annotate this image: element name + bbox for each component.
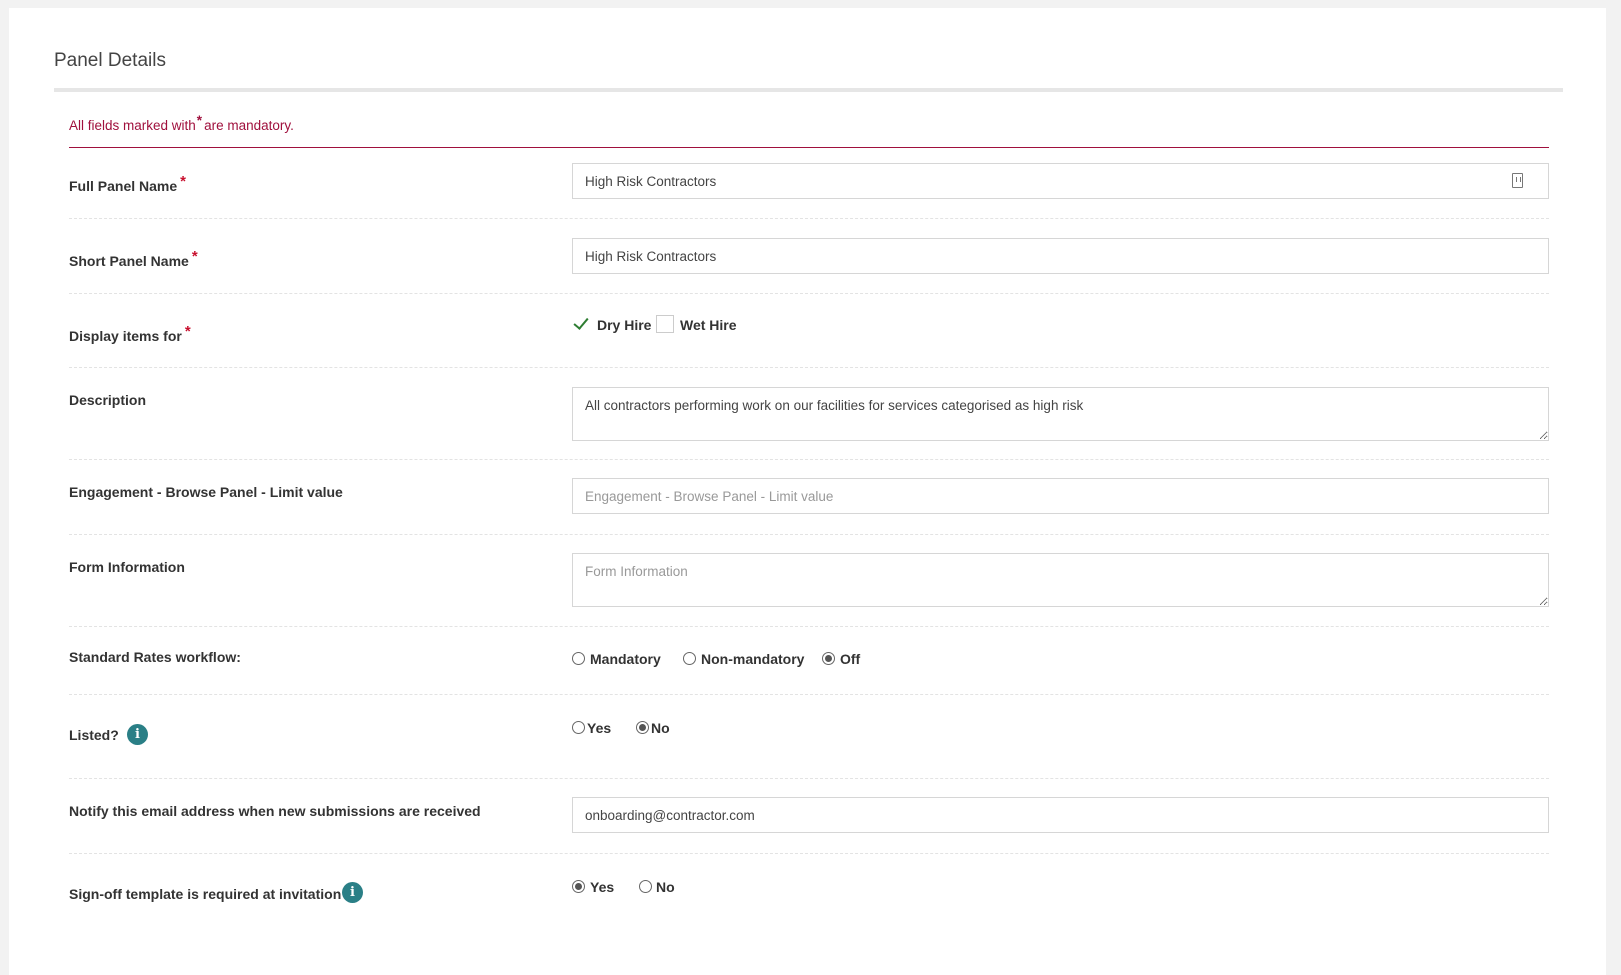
signoff-yes-label[interactable]: Yes — [590, 879, 614, 895]
short-panel-name-label-text: Short Panel Name — [69, 253, 189, 269]
title-divider — [54, 88, 1563, 92]
listed-label: Listed? — [69, 727, 119, 743]
description-textarea[interactable]: All contractors performing work on our f… — [572, 387, 1549, 441]
notify-email-input[interactable] — [572, 797, 1549, 833]
off-option-label[interactable]: Off — [840, 651, 860, 667]
notice-divider — [69, 147, 1549, 148]
mandatory-notice: All fields marked with* are mandatory. — [69, 113, 294, 133]
page-title: Panel Details — [54, 50, 166, 71]
listed-no-radio[interactable] — [636, 721, 649, 734]
signoff-yes-radio[interactable] — [572, 880, 585, 893]
signoff-no-label[interactable]: No — [656, 879, 675, 895]
standard-rates-label: Standard Rates workflow: — [69, 649, 241, 665]
notify-email-row: Notify this email address when new submi… — [69, 779, 1549, 854]
standard-rates-options: Mandatory Non-mandatory Off — [572, 650, 892, 670]
info-icon[interactable]: i — [342, 882, 363, 903]
signoff-label: Sign-off template is required at invitat… — [69, 886, 342, 902]
off-radio[interactable] — [822, 652, 835, 665]
non-mandatory-radio[interactable] — [683, 652, 696, 665]
display-items-label: Display items for * — [69, 323, 191, 345]
form-information-label: Form Information — [69, 559, 185, 575]
notice-suffix: are mandatory. — [204, 118, 294, 133]
description-label: Description — [69, 392, 147, 408]
listed-options: Yes No — [572, 719, 772, 739]
engagement-limit-row: Engagement - Browse Panel - Limit value — [69, 460, 1549, 535]
notify-email-label: Notify this email address when new submi… — [69, 803, 481, 819]
required-star: * — [184, 323, 191, 340]
full-panel-name-input[interactable] — [572, 163, 1549, 199]
listed-no-label[interactable]: No — [651, 720, 670, 736]
signoff-row: Sign-off template is required at invitat… — [69, 854, 1549, 944]
panel-details-card: Panel Details All fields marked with* are… — [9, 8, 1606, 975]
engagement-limit-label: Engagement - Browse Panel - Limit value — [69, 484, 343, 500]
required-star: * — [191, 248, 198, 265]
mandatory-radio[interactable] — [572, 652, 585, 665]
short-panel-name-label: Short Panel Name * — [69, 248, 198, 270]
full-panel-name-label: Full Panel Name * — [69, 173, 186, 195]
mandatory-option-label[interactable]: Mandatory — [590, 651, 661, 667]
signoff-options: Yes No — [572, 878, 772, 898]
non-mandatory-option-label[interactable]: Non-mandatory — [701, 651, 804, 667]
form-information-textarea[interactable] — [572, 553, 1549, 607]
listed-yes-label[interactable]: Yes — [587, 720, 611, 736]
info-icon[interactable]: i — [127, 724, 148, 745]
standard-rates-row: Standard Rates workflow: Mandatory Non-m… — [69, 627, 1549, 695]
form-information-row: Form Information — [69, 535, 1549, 627]
required-star: * — [180, 173, 186, 190]
wet-hire-checkbox[interactable] — [656, 315, 674, 333]
display-items-options: Dry Hire Wet Hire — [572, 315, 872, 335]
short-panel-name-row: Short Panel Name * — [69, 219, 1549, 294]
display-items-row: Display items for * Dry Hire Wet Hire — [69, 294, 1549, 368]
short-panel-name-input[interactable] — [572, 238, 1549, 274]
dry-hire-label[interactable]: Dry Hire — [597, 317, 651, 333]
engagement-limit-input[interactable] — [572, 478, 1549, 514]
listed-yes-radio[interactable] — [572, 721, 585, 734]
dry-hire-checkbox[interactable] — [572, 315, 590, 333]
wet-hire-label[interactable]: Wet Hire — [680, 317, 737, 333]
full-panel-name-label-text: Full Panel Name — [69, 178, 178, 194]
notice-star: * — [196, 113, 203, 128]
signoff-no-radio[interactable] — [639, 880, 652, 893]
notice-prefix: All fields marked with — [69, 118, 196, 133]
listed-row: Listed? i Yes No — [69, 695, 1549, 779]
display-items-label-text: Display items for — [69, 328, 182, 344]
contact-card-icon[interactable] — [1512, 173, 1523, 188]
description-row: Description All contractors performing w… — [69, 368, 1549, 460]
full-panel-name-row: Full Panel Name * — [69, 153, 1549, 219]
